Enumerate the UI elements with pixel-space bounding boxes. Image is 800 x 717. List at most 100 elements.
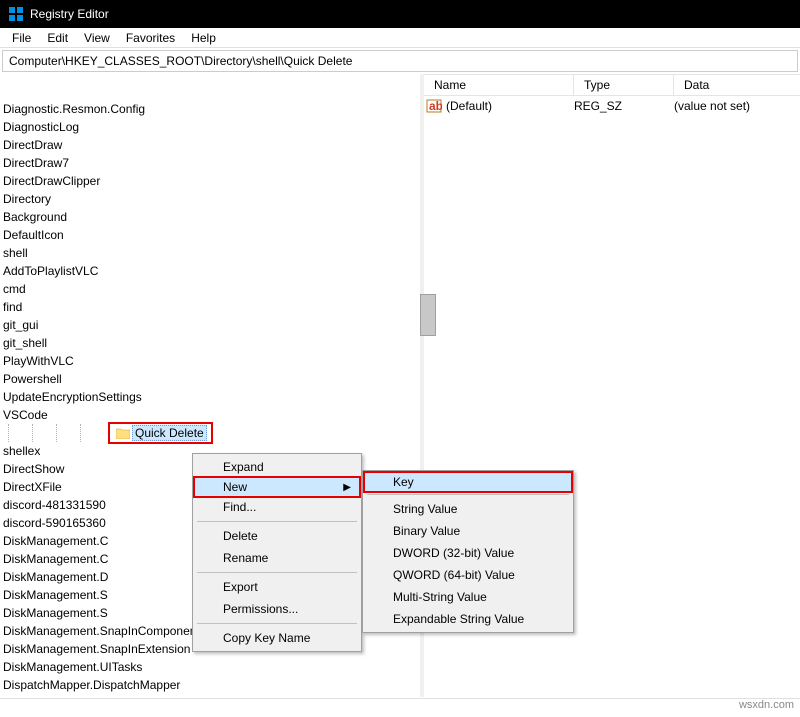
string-value-icon: ab [426,98,442,114]
folder-icon [115,426,131,440]
tree-item-label: DiagnosticLog [0,119,82,135]
ctx-permissions[interactable]: Permissions... [195,598,359,620]
tree-item-label: DirectDraw [0,137,65,153]
tree-item-label: DiskManagement.UITasks [0,659,145,675]
title-bar: Registry Editor [0,0,800,28]
ctx-copy-key-name[interactable]: Copy Key Name [195,627,359,649]
tree-item[interactable]: cmd [0,280,420,298]
tree-item-label: shellex [0,443,43,459]
tree-item[interactable]: Diagnostic.Resmon.Config [0,100,420,118]
tree-item-label: Quick Delete [132,425,207,441]
col-name[interactable]: Name [424,75,574,95]
tree-item-label: git_shell [0,335,50,351]
tree-item[interactable]: git_shell [0,334,420,352]
tree-item[interactable]: git_gui [0,316,420,334]
tree-item-label: DirectShow [0,461,67,477]
tree-item-label: shell [0,245,31,261]
ctx-expandable-value[interactable]: Expandable String Value [365,608,571,630]
tree-item-label: DiskManagement.C [0,551,111,567]
tree-item-label: Directory [0,191,54,207]
tree-item-label: DiskManagement.SnapInComponent [0,623,203,639]
tree-item[interactable]: DiskManagement.UITasks [0,658,420,676]
tree-item[interactable]: DispatchMapper.DispatchMapper [0,676,420,694]
tree-item[interactable]: DirectDraw [0,136,420,154]
tree-item[interactable]: Powershell [0,370,420,388]
context-submenu-new: Key String Value Binary Value DWORD (32-… [362,470,574,633]
tree-item-label: DispatchMapper.DispatchMapper [0,677,183,693]
tree-item[interactable]: DirectDraw7 [0,154,420,172]
submenu-arrow-icon: ▶ [343,482,351,493]
value-row[interactable]: ab (Default) REG_SZ (value not set) [424,96,800,116]
tree-item-label: AddToPlaylistVLC [0,263,101,279]
tree-item[interactable]: AddToPlaylistVLC [0,262,420,280]
tree-item[interactable]: Directory [0,190,420,208]
menu-edit[interactable]: Edit [39,29,76,47]
tree-item[interactable]: PlayWithVLC [0,352,420,370]
tree-item-label: PlayWithVLC [0,353,77,369]
tree-item-label: Powershell [0,371,65,387]
tree-item-label: discord-481331590 [0,497,109,513]
tree-item-label: DirectXFile [0,479,65,495]
tree-item-label: DiskManagement.S [0,605,111,621]
ctx-separator [197,572,357,573]
menu-help[interactable]: Help [183,29,224,47]
tree-item-label: VSCode [0,407,51,423]
menu-view[interactable]: View [76,29,118,47]
tree-item-label: DirectDraw7 [0,155,72,171]
tree-item[interactable]: DefaultIcon [0,226,420,244]
tree-item-label: git_gui [0,317,41,333]
col-type[interactable]: Type [574,75,674,95]
tree-item-label: DirectDrawClipper [0,173,103,189]
tree-item[interactable]: UpdateEncryptionSettings [0,388,420,406]
ctx-delete[interactable]: Delete [195,525,359,547]
tree-item-label: DefaultIcon [0,227,67,243]
tree-item[interactable]: DispatchMapper.DispatchMapper.1 [0,694,420,697]
app-title: Registry Editor [30,7,109,21]
ctx-export[interactable]: Export [195,576,359,598]
col-data[interactable]: Data [674,75,800,95]
ctx-key[interactable]: Key [363,471,573,493]
value-type: REG_SZ [574,99,674,113]
value-name: (Default) [446,99,574,113]
ctx-find[interactable]: Find... [195,496,359,518]
ctx-separator [197,521,357,522]
ctx-separator [197,623,357,624]
values-header: Name Type Data [424,74,800,96]
watermark: wsxdn.com [739,699,794,711]
tree-item-label: Diagnostic.Resmon.Config [0,101,148,117]
ctx-separator [367,494,569,495]
tree-item-label: DispatchMapper.DispatchMapper.1 [0,695,193,697]
ctx-dword-value[interactable]: DWORD (32-bit) Value [365,542,571,564]
tree-item[interactable]: DiagnosticLog [0,118,420,136]
ctx-binary-value[interactable]: Binary Value [365,520,571,542]
ctx-string-value[interactable]: String Value [365,498,571,520]
context-menu: Expand New▶ Find... Delete Rename Export… [192,453,362,652]
tree-item-label: discord-590165360 [0,515,109,531]
tree-item[interactable]: Quick Delete [0,424,420,442]
tree-item-label: DiskManagement.SnapInExtension [0,641,193,657]
tree-item-label: cmd [0,281,29,297]
status-separator [0,698,800,699]
tree-item[interactable]: find [0,298,420,316]
tree-item[interactable]: Background [0,208,420,226]
ctx-new[interactable]: New▶ [193,476,361,498]
svg-text:ab: ab [429,99,442,113]
ctx-rename[interactable]: Rename [195,547,359,569]
ctx-expand[interactable]: Expand [195,456,359,478]
menu-bar: File Edit View Favorites Help [0,28,800,48]
tree-item[interactable]: DirectDrawClipper [0,172,420,190]
value-data: (value not set) [674,99,750,113]
tree-item-label: Background [0,209,70,225]
tree-item[interactable]: shell [0,244,420,262]
tree-item-label: DiskManagement.C [0,533,111,549]
menu-favorites[interactable]: Favorites [118,29,183,47]
menu-file[interactable]: File [4,29,39,47]
ctx-qword-value[interactable]: QWORD (64-bit) Value [365,564,571,586]
tree-item-label: UpdateEncryptionSettings [0,389,145,405]
app-icon [8,6,24,22]
ctx-multistring-value[interactable]: Multi-String Value [365,586,571,608]
address-bar[interactable]: Computer\HKEY_CLASSES_ROOT\Directory\she… [2,50,798,72]
tree-item-label: DiskManagement.S [0,587,111,603]
address-text: Computer\HKEY_CLASSES_ROOT\Directory\she… [9,54,352,68]
tree-item-label: find [0,299,25,315]
